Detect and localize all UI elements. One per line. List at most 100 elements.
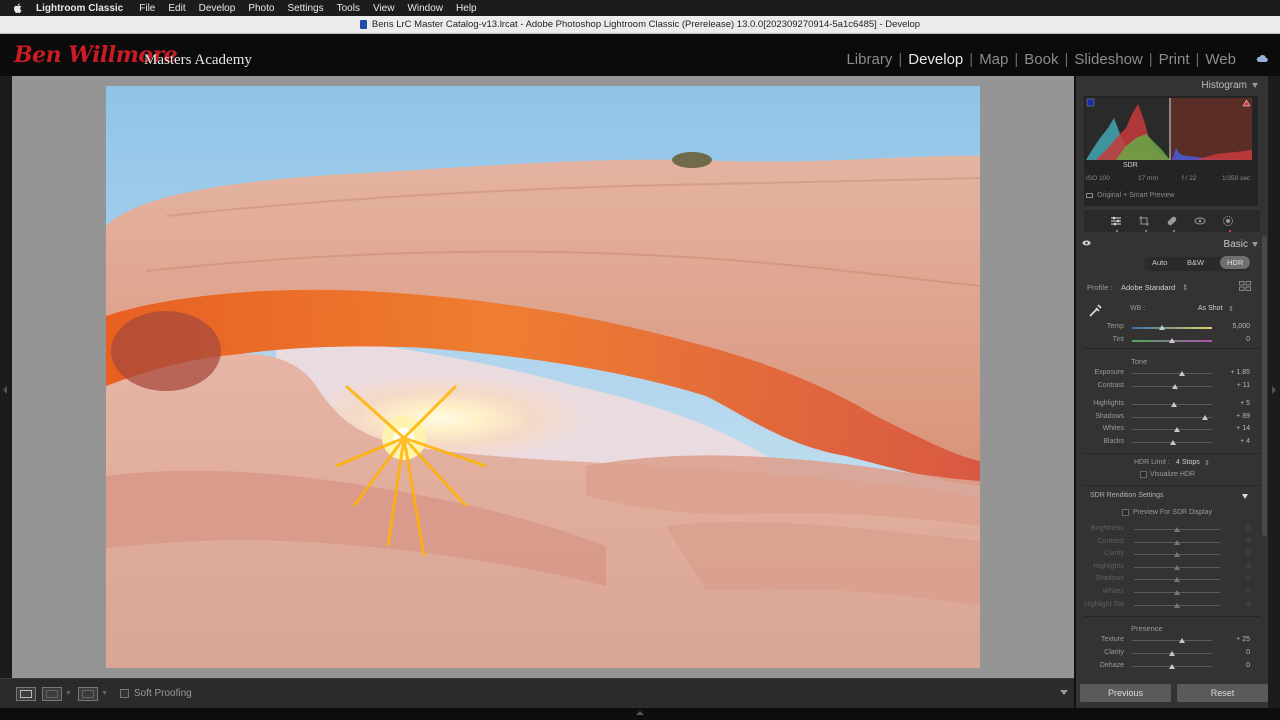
histogram-graph[interactable] — [1086, 98, 1252, 160]
menu-settings[interactable]: Settings — [287, 3, 323, 14]
right-panel-edge[interactable] — [1268, 76, 1280, 708]
module-web[interactable]: Web — [1205, 51, 1236, 68]
soft-proofing-toggle[interactable]: Soft Proofing — [119, 688, 192, 699]
presence-texture-value[interactable]: + 25 — [1220, 636, 1250, 643]
sdr-highlights-slider-thumb[interactable] — [1174, 564, 1180, 570]
tone-exposure-slider-thumb[interactable] — [1178, 371, 1185, 376]
reset-button[interactable]: Reset — [1177, 684, 1268, 702]
sdr-brightness-value[interactable]: 0 — [1220, 525, 1250, 532]
loupe-view-button[interactable] — [16, 686, 36, 701]
sdr-highlight-sat-value[interactable]: 0 — [1220, 601, 1250, 608]
before-after-button[interactable] — [42, 686, 62, 701]
tone-contrast-slider-thumb[interactable] — [1172, 384, 1179, 389]
crop-icon[interactable] — [1138, 215, 1150, 227]
sdr-contrast-slider-thumb[interactable] — [1174, 539, 1180, 545]
previous-button[interactable]: Previous — [1080, 684, 1171, 702]
tone-shadows-slider[interactable] — [1132, 417, 1212, 418]
tone-whites-slider[interactable] — [1132, 429, 1212, 430]
wb-dropdown-arrows-icon[interactable]: ⇕ — [1228, 305, 1234, 313]
sdr-highlight-sat-slider-thumb[interactable] — [1174, 602, 1180, 608]
histogram-header[interactable]: Histogram — [1201, 80, 1258, 91]
presence-dehaze-value[interactable]: 0 — [1220, 662, 1250, 669]
presence-clarity-value[interactable]: 0 — [1220, 649, 1250, 656]
tone-blacks-value[interactable]: + 4 — [1220, 438, 1250, 445]
sdr-contrast-value[interactable]: 0 — [1220, 538, 1250, 545]
image-canvas[interactable] — [12, 76, 1074, 678]
menu-app-name[interactable]: Lightroom Classic — [36, 3, 123, 14]
sdr-whites-slider-thumb[interactable] — [1174, 590, 1180, 595]
tone-whites-value[interactable]: + 14 — [1220, 425, 1250, 432]
apple-icon[interactable] — [12, 2, 24, 14]
treatment-auto-button[interactable]: Auto — [1152, 258, 1167, 267]
cloud-sync-icon[interactable] — [1256, 54, 1268, 63]
collapse-right-arrow-icon[interactable] — [1272, 386, 1276, 394]
menu-tools[interactable]: Tools — [337, 3, 360, 14]
presence-dehaze-slider-thumb[interactable] — [1169, 664, 1175, 669]
histogram-collapse-icon[interactable] — [1252, 83, 1258, 88]
menu-develop[interactable]: Develop — [199, 3, 236, 14]
left-panel-collapsed[interactable] — [0, 76, 12, 678]
before-after-dropdown-icon[interactable]: ▼ — [65, 690, 72, 697]
right-panel-scrollbar[interactable] — [1262, 236, 1267, 536]
preview-sdr-checkbox[interactable] — [1122, 509, 1129, 516]
swap-dropdown-icon[interactable]: ▼ — [101, 690, 108, 697]
wb-dropdown[interactable]: As Shot — [1198, 305, 1223, 312]
presence-texture-slider-thumb[interactable] — [1178, 638, 1185, 643]
module-map[interactable]: Map — [979, 51, 1008, 68]
red-eye-icon[interactable] — [1194, 215, 1206, 227]
temp-slider[interactable] — [1132, 327, 1212, 329]
tone-whites-slider-thumb[interactable] — [1173, 427, 1180, 432]
presence-texture-slider[interactable] — [1132, 640, 1212, 641]
sdr-brightness-slider-thumb[interactable] — [1174, 527, 1180, 532]
tone-blacks-slider-thumb[interactable] — [1169, 440, 1176, 445]
profile-browser-grid-icon[interactable] — [1239, 281, 1251, 291]
module-book[interactable]: Book — [1024, 51, 1058, 68]
basic-panel-header[interactable]: Basic — [1080, 236, 1260, 252]
menu-file[interactable]: File — [139, 3, 155, 14]
profile-dropdown-arrows-icon[interactable]: ⇕ — [1182, 283, 1188, 292]
panel-visibility-eye-icon[interactable] — [1082, 240, 1091, 246]
sdr-shadows-value[interactable]: 0 — [1220, 575, 1250, 582]
menu-edit[interactable]: Edit — [168, 3, 185, 14]
masking-icon[interactable] — [1222, 215, 1234, 227]
module-print[interactable]: Print — [1159, 51, 1190, 68]
sdr-rendition-header[interactable]: SDR Rendition Settings — [1090, 492, 1164, 499]
smart-preview-status[interactable]: Original + Smart Preview — [1086, 192, 1175, 199]
soft-proofing-checkbox[interactable] — [119, 689, 129, 698]
sdr-whites-value[interactable]: 0 — [1220, 588, 1250, 595]
treatment-bw-button[interactable]: B&W — [1187, 258, 1204, 267]
hdr-limit-dropdown[interactable]: 4 Stops — [1176, 459, 1200, 466]
module-slideshow[interactable]: Slideshow — [1074, 51, 1142, 68]
tone-exposure-slider[interactable] — [1132, 373, 1212, 374]
presence-clarity-slider-thumb[interactable] — [1169, 651, 1175, 656]
menu-window[interactable]: Window — [407, 3, 443, 14]
menu-photo[interactable]: Photo — [248, 3, 274, 14]
sdr-clarity-value[interactable]: 0 — [1220, 550, 1250, 557]
visualize-hdr-checkbox[interactable] — [1140, 471, 1147, 478]
module-library[interactable]: Library — [846, 51, 892, 68]
expand-left-arrow-icon[interactable] — [3, 386, 7, 394]
tint-slider-thumb[interactable] — [1169, 338, 1175, 343]
menu-help[interactable]: Help — [456, 3, 477, 14]
tint-value[interactable]: 0 — [1220, 336, 1250, 343]
tone-contrast-value[interactable]: + 11 — [1220, 382, 1250, 389]
menu-view[interactable]: View — [373, 3, 395, 14]
tone-highlights-slider-thumb[interactable] — [1170, 402, 1177, 407]
tone-exposure-value[interactable]: + 1.85 — [1220, 369, 1250, 376]
sdr-rendition-collapse-icon[interactable] — [1242, 494, 1248, 499]
temp-value[interactable]: 5,000 — [1220, 323, 1250, 330]
toolbar-content-dropdown-icon[interactable] — [1060, 690, 1068, 695]
filmstrip-collapsed[interactable] — [0, 708, 1280, 720]
swap-before-after-button[interactable] — [77, 686, 98, 701]
basic-collapse-icon[interactable] — [1252, 242, 1258, 247]
temp-slider-thumb[interactable] — [1158, 325, 1165, 330]
profile-dropdown[interactable]: Adobe Standard — [1121, 283, 1175, 292]
sdr-shadows-slider-thumb[interactable] — [1174, 577, 1180, 583]
tone-shadows-value[interactable]: + 89 — [1220, 413, 1250, 420]
photo-preview[interactable] — [106, 86, 980, 668]
sdr-clarity-slider-thumb[interactable] — [1174, 552, 1180, 558]
hdr-limit-arrows-icon[interactable]: ⇕ — [1204, 459, 1210, 467]
sdr-highlights-value[interactable]: 0 — [1220, 563, 1250, 570]
tone-shadows-slider-thumb[interactable] — [1201, 415, 1208, 420]
treatment-hdr-button[interactable]: HDR — [1220, 256, 1251, 269]
